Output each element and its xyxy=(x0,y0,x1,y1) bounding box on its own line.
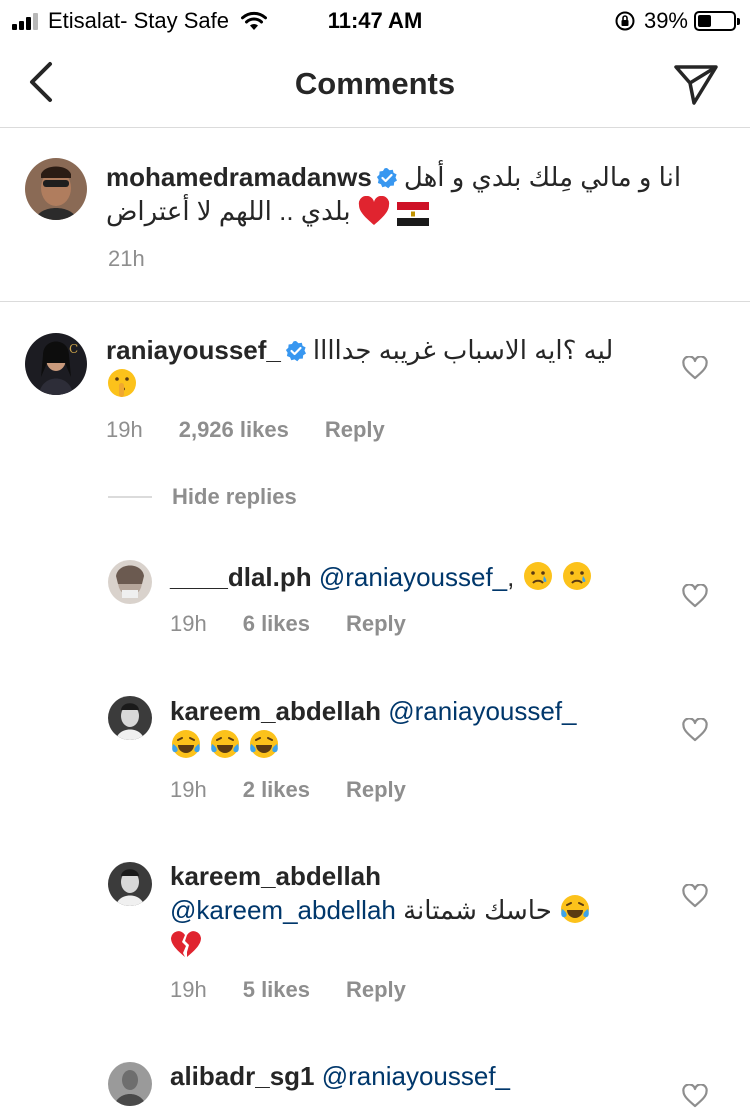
reply-username[interactable]: alibadr_sg1 xyxy=(170,1061,315,1091)
orientation-lock-icon xyxy=(615,11,635,31)
reply-meta: 19h 6 likes Reply xyxy=(170,611,442,637)
avatar[interactable] xyxy=(108,1062,152,1106)
reply-username[interactable]: ____dlal.ph xyxy=(170,562,312,592)
caption-text: mohamedramadanws انا و مالي مِلك بلدي و أ… xyxy=(106,160,726,228)
like-count-button[interactable]: 2 likes xyxy=(243,777,310,803)
comment-text: raniayoussef_ ليه ؟ايه الاسباب غريبه جداا… xyxy=(106,333,666,401)
like-count-button[interactable]: 2,926 likes xyxy=(179,417,289,443)
reply-text: kareem_abdellah @kareem_abdellah حاسك شم… xyxy=(170,859,670,961)
caption-line-1: انا و مالي مِلك بلدي و أهل xyxy=(403,162,682,192)
svg-text:C: C xyxy=(69,342,78,356)
reply-time: 19h xyxy=(170,611,207,636)
reply-meta: 19h 2 likes Reply xyxy=(170,777,442,803)
reply-time: 19h xyxy=(170,777,207,802)
crying-face-icon xyxy=(523,562,552,590)
heart-icon[interactable] xyxy=(682,1084,708,1108)
crying-face-icon xyxy=(562,562,591,590)
battery-percentage: 39% xyxy=(643,8,688,33)
page-title: Comments xyxy=(294,66,456,101)
wifi-icon xyxy=(240,11,267,30)
comment-username[interactable]: raniayoussef_ xyxy=(106,335,281,365)
reply-mention[interactable]: @raniayoussef_ xyxy=(322,1061,510,1091)
reply-button[interactable]: Reply xyxy=(346,611,406,637)
reply-time: 19h xyxy=(170,977,207,1002)
reply-username[interactable]: kareem_abdellah xyxy=(170,696,381,726)
verified-badge-icon xyxy=(376,168,397,189)
shushing-face-icon xyxy=(108,369,136,397)
comment-meta: 19h 2,926 likes Reply xyxy=(106,417,421,443)
caption-line-2: بلدي .. اللهم لا أعتراض xyxy=(106,196,351,226)
reply-mention[interactable]: @kareem_abdellah xyxy=(170,895,396,925)
tears-of-joy-icon xyxy=(211,730,240,758)
broken-heart-icon xyxy=(171,931,201,957)
like-count-button[interactable]: 5 likes xyxy=(243,977,310,1003)
reply-mention[interactable]: @raniayoussef_ xyxy=(319,562,507,592)
reply-button[interactable]: Reply xyxy=(325,417,385,443)
tears-of-joy-icon xyxy=(250,730,279,758)
reply-text: ____dlal.ph @raniayoussef_, xyxy=(170,560,670,594)
tears-of-joy-icon xyxy=(172,730,200,758)
battery-icon xyxy=(694,11,740,31)
navigation-header: Comments xyxy=(0,40,750,128)
reply-mention[interactable]: @raniayoussef_ xyxy=(388,696,576,726)
heart-icon[interactable] xyxy=(682,356,708,380)
comment-time: 19h xyxy=(106,417,143,442)
reply-button[interactable]: Reply xyxy=(346,977,406,1003)
reply-body: حاسك شمتانة xyxy=(403,895,552,925)
caption-username[interactable]: mohamedramadanws xyxy=(106,162,372,192)
hide-replies-line xyxy=(108,496,152,498)
tears-of-joy-icon xyxy=(561,895,590,923)
avatar[interactable] xyxy=(108,560,152,604)
avatar[interactable] xyxy=(108,696,152,740)
red-heart-icon xyxy=(358,196,389,225)
reply-text: kareem_abdellah @raniayoussef_ xyxy=(170,694,670,762)
paper-plane-icon[interactable] xyxy=(672,62,720,106)
reply-suffix: , xyxy=(507,562,515,592)
avatar[interactable] xyxy=(108,862,152,906)
caption-time: 21h xyxy=(108,246,145,271)
status-bar: Etisalat- Stay Safe 11:47 AM 39% xyxy=(0,0,750,40)
hide-replies-label: Hide replies xyxy=(172,484,297,509)
reply-meta: 19h 5 likes Reply xyxy=(170,977,442,1003)
verified-badge-icon xyxy=(285,341,306,362)
reply-button[interactable]: Reply xyxy=(346,777,406,803)
hide-replies-button[interactable]: Hide replies xyxy=(108,484,297,510)
egypt-flag-icon xyxy=(397,202,430,226)
avatar[interactable] xyxy=(25,158,87,220)
divider xyxy=(0,301,750,302)
signal-icon xyxy=(12,12,40,30)
caption-meta: 21h xyxy=(108,246,181,272)
reply-username[interactable]: kareem_abdellah xyxy=(170,861,381,891)
avatar[interactable]: C xyxy=(25,333,87,395)
comment-body: ليه ؟ايه الاسباب غريبه جداااا xyxy=(312,335,614,365)
heart-icon[interactable] xyxy=(682,584,708,608)
heart-icon[interactable] xyxy=(682,884,708,908)
carrier-name: Etisalat- Stay Safe xyxy=(48,8,229,33)
like-count-button[interactable]: 6 likes xyxy=(243,611,310,637)
reply-text: alibadr_sg1 @raniayoussef_ xyxy=(170,1059,670,1093)
heart-icon[interactable] xyxy=(682,718,708,742)
